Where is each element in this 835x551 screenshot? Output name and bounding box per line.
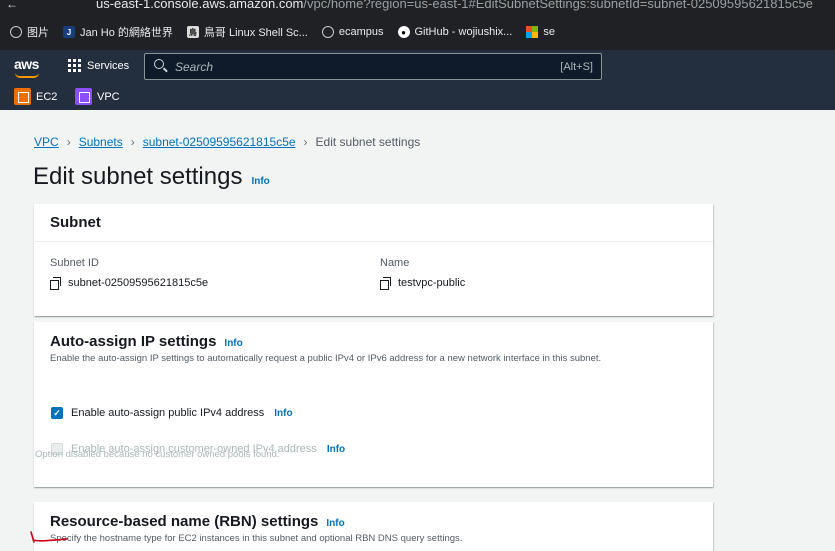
github-icon: ● bbox=[397, 26, 410, 38]
aws-logo[interactable]: aws bbox=[14, 56, 39, 78]
vpc-icon bbox=[75, 88, 92, 105]
subnet-id-field: Subnet ID subnet-02509595621815c5e bbox=[50, 257, 209, 290]
rbn-title: Resource-based name (RBN) settings bbox=[50, 513, 319, 530]
bookmark-item[interactable]: ecampus bbox=[321, 26, 384, 38]
subnet-name-value: testvpc-public bbox=[398, 277, 466, 289]
main-content: VPC › Subnets › subnet-02509595621815c5e… bbox=[0, 110, 835, 551]
back-arrow-icon[interactable]: ← bbox=[6, 0, 18, 11]
auto-assign-description: Enable the auto-assign IP settings to au… bbox=[50, 353, 602, 364]
ipv4-checkbox-row[interactable]: ✓ Enable auto-assign public IPv4 address… bbox=[51, 407, 293, 419]
favorite-vpc[interactable]: VPC bbox=[75, 88, 120, 105]
favorite-ec2[interactable]: EC2 bbox=[14, 88, 57, 105]
breadcrumb-vpc[interactable]: VPC bbox=[34, 135, 59, 149]
microsoft-icon bbox=[526, 26, 539, 38]
bookmark-item[interactable]: se bbox=[526, 26, 555, 38]
breadcrumb-current: Edit subnet settings bbox=[315, 135, 421, 149]
auto-assign-ip-card: Auto-assign IP settings Info Enable the … bbox=[34, 322, 713, 487]
search-placeholder: Search bbox=[175, 60, 214, 74]
page-header: Edit subnet settings Info bbox=[33, 163, 270, 191]
ec2-icon bbox=[14, 88, 31, 105]
bookmarks-bar: 图片 J Jan Ho 的網絡世界 鳥 鳥哥 Linux Shell Sc...… bbox=[0, 14, 835, 50]
bookmark-item[interactable]: ● GitHub - wojiushix... bbox=[397, 26, 512, 38]
book-icon: 鳥 bbox=[186, 26, 199, 38]
info-link[interactable]: Info bbox=[274, 408, 292, 419]
bookmark-item[interactable]: 鳥 鳥哥 Linux Shell Sc... bbox=[186, 24, 308, 40]
j-icon: J bbox=[63, 26, 75, 38]
copy-icon[interactable] bbox=[50, 276, 61, 290]
info-link[interactable]: Info bbox=[224, 338, 242, 349]
auto-assign-title: Auto-assign IP settings bbox=[50, 333, 217, 350]
grid-icon bbox=[68, 59, 81, 72]
info-link[interactable]: Info bbox=[327, 444, 345, 455]
auto-assign-header: Auto-assign IP settings Info bbox=[50, 333, 243, 350]
url-text[interactable]: us-east-1.console.aws.amazon.com/vpc/hom… bbox=[96, 0, 813, 11]
subnet-id-value: subnet-02509595621815c5e bbox=[68, 277, 209, 289]
rbn-header: Resource-based name (RBN) settings Info bbox=[50, 513, 345, 530]
aws-smile-icon bbox=[15, 73, 39, 78]
rbn-settings-card: Resource-based name (RBN) settings Info … bbox=[34, 502, 713, 551]
services-menu-button[interactable]: Services bbox=[68, 59, 129, 72]
subnet-card: Subnet Subnet ID subnet-02509595621815c5… bbox=[34, 204, 713, 316]
coip-disabled-note: Option disabled because no customer owne… bbox=[35, 449, 280, 460]
chevron-right-icon: › bbox=[303, 135, 308, 149]
globe-icon bbox=[10, 26, 22, 38]
info-link[interactable]: Info bbox=[251, 176, 269, 187]
chevron-right-icon: › bbox=[66, 135, 71, 149]
copy-icon[interactable] bbox=[380, 276, 391, 290]
subnet-card-title: Subnet bbox=[34, 204, 713, 242]
ipv4-checkbox[interactable]: ✓ bbox=[51, 407, 63, 419]
ipv4-checkbox-label[interactable]: Enable auto-assign public IPv4 address bbox=[71, 407, 264, 419]
pen-annotation bbox=[30, 531, 68, 543]
search-icon bbox=[154, 59, 164, 69]
search-input[interactable]: Search [Alt+S] bbox=[144, 53, 602, 80]
favorites-bar: EC2 VPC bbox=[0, 84, 835, 110]
aws-top-nav: aws Services Search [Alt+S] bbox=[0, 50, 835, 84]
bookmark-item[interactable]: 图片 bbox=[10, 24, 49, 40]
chevron-right-icon: › bbox=[130, 135, 135, 149]
bookmark-item[interactable]: J Jan Ho 的網絡世界 bbox=[63, 24, 173, 40]
breadcrumb-subnet-id[interactable]: subnet-02509595621815c5e bbox=[143, 135, 296, 149]
info-link[interactable]: Info bbox=[326, 518, 344, 529]
browser-url-bar[interactable]: ← us-east-1.console.aws.amazon.com/vpc/h… bbox=[0, 0, 835, 14]
page-title: Edit subnet settings bbox=[33, 163, 243, 190]
rbn-description: Specify the hostname type for EC2 instan… bbox=[50, 533, 463, 544]
search-shortcut: [Alt+S] bbox=[560, 61, 593, 73]
globe-icon bbox=[321, 26, 334, 38]
subnet-name-field: Name testvpc-public bbox=[380, 257, 466, 290]
breadcrumb: VPC › Subnets › subnet-02509595621815c5e… bbox=[34, 135, 420, 149]
breadcrumb-subnets[interactable]: Subnets bbox=[79, 135, 123, 149]
